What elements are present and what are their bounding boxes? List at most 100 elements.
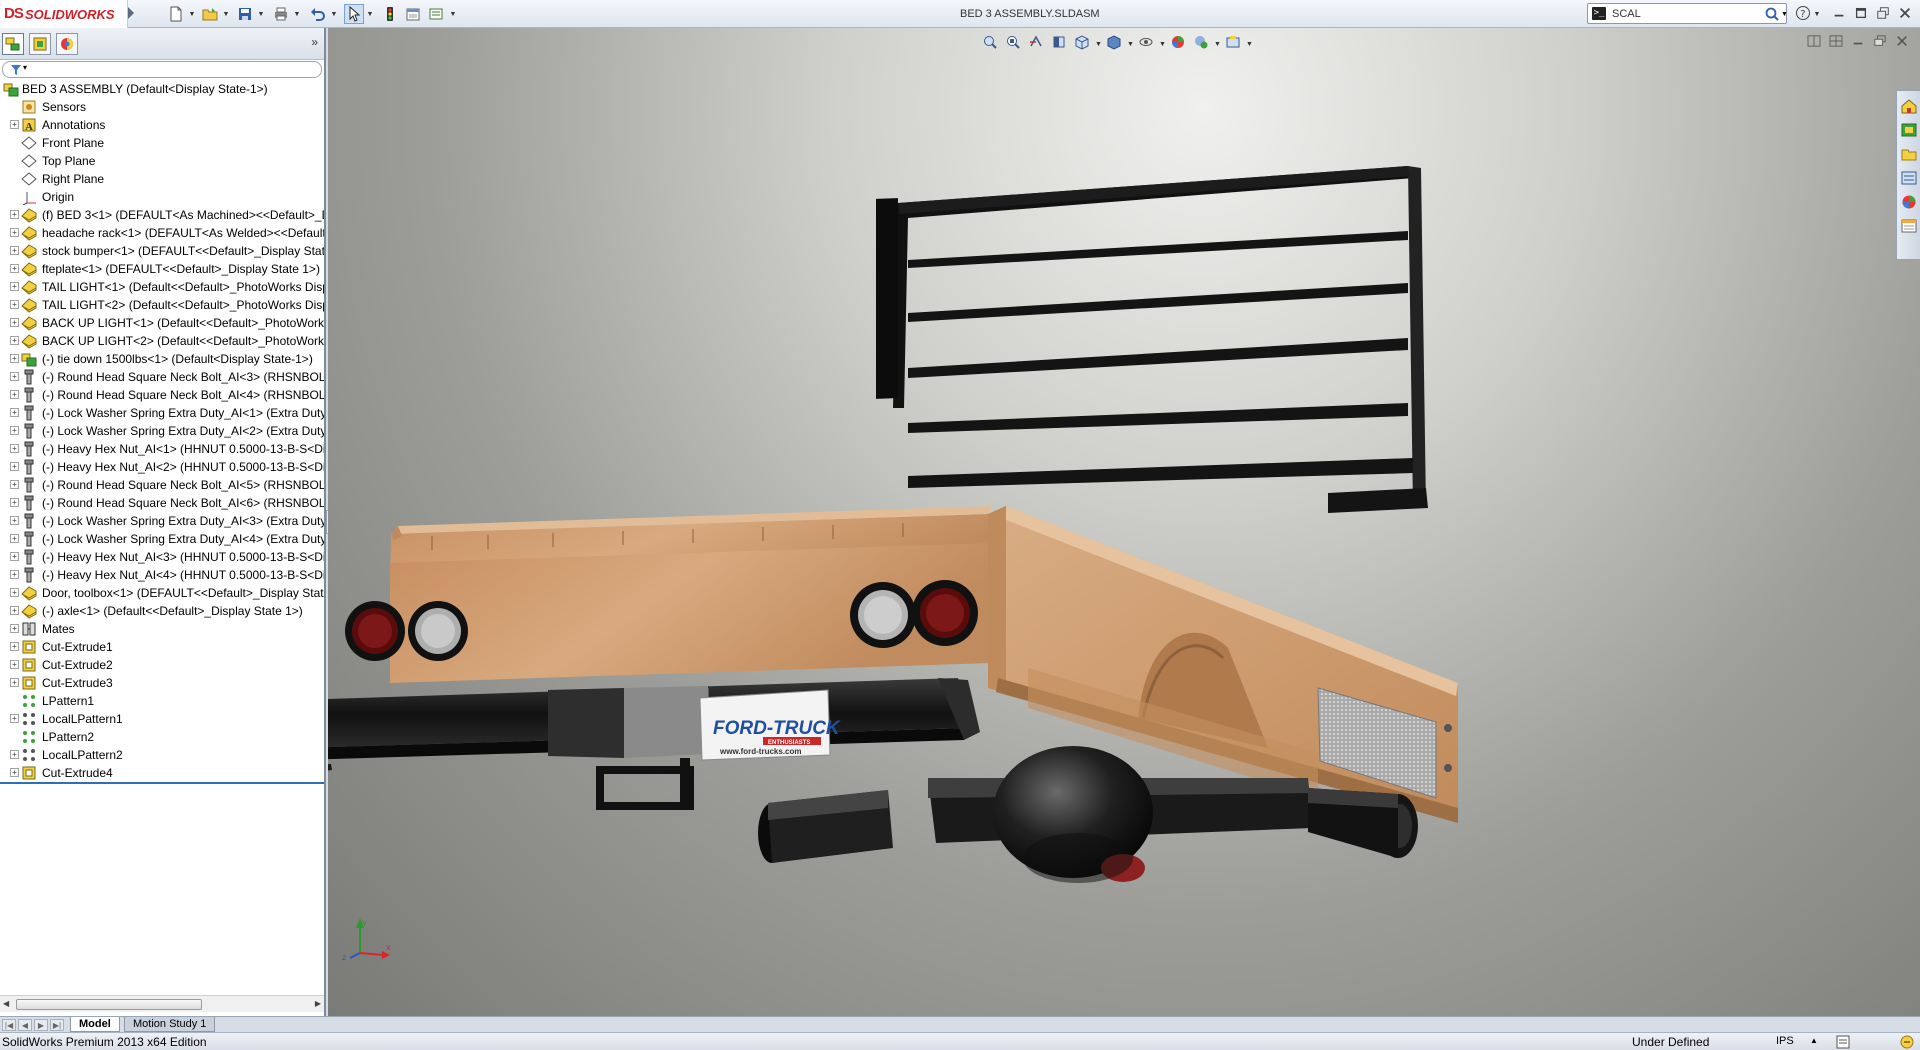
tree-expand-icon[interactable]: + (10, 372, 19, 381)
tree-item[interactable]: + BACK UP LIGHT<1> (Default<<Default>_Pho… (0, 314, 324, 332)
tree-item[interactable]: + LocalLPattern1 (0, 710, 324, 728)
tree-item[interactable]: BED 3 ASSEMBLY (Default<Display State-1>… (0, 80, 324, 98)
design-library-icon[interactable] (1900, 121, 1918, 139)
tree-horizontal-scrollbar[interactable]: ◀ ▶ (0, 995, 324, 1012)
tail-light-right[interactable] (912, 580, 978, 646)
tree-item[interactable]: + Cut-Extrude2 (0, 656, 324, 674)
search-dropdown-icon[interactable]: ▼ (1781, 4, 1789, 24)
collapse-panel-icon[interactable]: » (311, 35, 318, 49)
backup-light-left[interactable] (408, 601, 468, 661)
view-orientation-button[interactable] (1072, 32, 1092, 52)
tail-light-left[interactable] (345, 601, 405, 661)
open-dropdown-icon[interactable]: ▼ (222, 4, 230, 24)
tree-expand-icon[interactable]: + (10, 624, 19, 633)
tree-expand-icon[interactable]: + (10, 264, 19, 273)
tree-expand-icon[interactable]: + (10, 120, 19, 129)
select-button[interactable] (344, 4, 364, 24)
tree-expand-icon[interactable]: + (10, 480, 19, 489)
tree-item[interactable]: + (-) Round Head Square Neck Bolt_AI<5> (… (0, 476, 324, 494)
scroll-right-icon[interactable]: ▶ (315, 999, 321, 1008)
tab-prev-arrow-icon[interactable]: ◀ (18, 1019, 32, 1031)
view-settings-dropdown-icon[interactable]: ▼ (1246, 32, 1253, 56)
tile-view-button[interactable] (1828, 34, 1844, 48)
restore-down-button[interactable] (1874, 5, 1892, 21)
options-dropdown-icon[interactable]: ▼ (449, 4, 457, 24)
tab-model[interactable]: Model (70, 1017, 120, 1032)
tree-item[interactable]: + (-) Round Head Square Neck Bolt_AI<6> (… (0, 494, 324, 512)
viewport-restore-button[interactable] (1872, 34, 1888, 48)
file-properties-button[interactable] (403, 4, 423, 24)
tab-display-manager[interactable] (56, 33, 78, 55)
tree-filter-box[interactable]: ▾ (2, 61, 322, 78)
tree-item[interactable]: LPattern2 (0, 728, 324, 746)
tree-expand-icon[interactable]: + (10, 282, 19, 291)
hide-show-items-button[interactable] (1136, 32, 1156, 52)
tree-expand-icon[interactable]: + (10, 606, 19, 615)
tree-expand-icon[interactable]: + (10, 498, 19, 507)
tree-item[interactable]: LPattern1 (0, 692, 324, 710)
tree-item[interactable]: + (-) Lock Washer Spring Extra Duty_AI<4>… (0, 530, 324, 548)
tree-item[interactable]: + Cut-Extrude4 (0, 764, 324, 782)
tree-item[interactable]: + (-) Heavy Hex Nut_AI<3> (HHNUT 0.5000-1… (0, 548, 324, 566)
search-magnifier-icon[interactable] (1764, 6, 1780, 22)
file-explorer-icon[interactable] (1900, 145, 1918, 163)
new-document-button[interactable] (166, 4, 186, 24)
status-units[interactable]: IPS (1776, 1035, 1794, 1047)
tree-item[interactable]: + (-) axle<1> (Default<<Default>_Display … (0, 602, 324, 620)
tree-item[interactable]: + (-) Round Head Square Neck Bolt_AI<3> (… (0, 368, 324, 386)
tree-expand-icon[interactable]: + (10, 318, 19, 327)
graphics-area[interactable]: FORD-TRUCK ENTHUSIASTS www.ford-trucks.c… (328, 28, 1920, 1016)
tab-motion-study-1[interactable]: Motion Study 1 (124, 1017, 216, 1032)
zoom-to-area-button[interactable] (1003, 32, 1023, 52)
tree-item[interactable]: + TAIL LIGHT<1> (Default<<Default>_PhotoW… (0, 278, 324, 296)
rebuild-button[interactable] (380, 4, 400, 24)
view-orientation-dropdown-icon[interactable]: ▼ (1095, 32, 1102, 56)
tab-next-arrow-icon[interactable]: ▶ (34, 1019, 48, 1031)
viewport-close-button[interactable] (1894, 34, 1910, 48)
headache-rack[interactable] (876, 166, 1428, 513)
print-dropdown-icon[interactable]: ▼ (293, 4, 301, 24)
custom-properties-icon[interactable] (1900, 217, 1918, 235)
tab-feature-manager[interactable] (2, 33, 24, 55)
tree-item[interactable]: + Cut-Extrude1 (0, 638, 324, 656)
tree-item[interactable]: + (-) tie down 1500lbs<1> (Default<Displa… (0, 350, 324, 368)
tree-expand-icon[interactable]: + (10, 570, 19, 579)
tree-expand-icon[interactable]: + (10, 354, 19, 363)
tree-item[interactable]: + (-) Round Head Square Neck Bolt_AI<4> (… (0, 386, 324, 404)
view-triad[interactable]: y x z (342, 918, 391, 962)
tree-expand-icon[interactable]: + (10, 768, 19, 777)
tree-expand-icon[interactable]: + (10, 714, 19, 723)
solidworks-logo[interactable]: DS SOLIDWORKS (0, 0, 128, 28)
tree-item[interactable]: + (-) Heavy Hex Nut_AI<4> (HHNUT 0.5000-1… (0, 566, 324, 584)
stock-bumper[interactable] (328, 678, 980, 774)
units-dropdown-icon[interactable]: ▲ (1810, 1036, 1818, 1045)
tree-rollback-bar[interactable] (0, 782, 324, 784)
undo-button[interactable] (308, 4, 328, 24)
tree-item[interactable]: + headache rack<1> (DEFAULT<As Welded><<D… (0, 224, 324, 242)
tree-item[interactable]: + (-) Heavy Hex Nut_AI<1> (HHNUT 0.5000-1… (0, 440, 324, 458)
tree-item[interactable]: + (-) Lock Washer Spring Extra Duty_AI<3>… (0, 512, 324, 530)
tree-expand-icon[interactable]: + (10, 642, 19, 651)
tab-configuration-manager[interactable] (29, 33, 51, 55)
tree-expand-icon[interactable]: + (10, 408, 19, 417)
rebuild-status-icon[interactable] (1900, 1035, 1914, 1049)
tree-expand-icon[interactable]: + (10, 336, 19, 345)
tree-item[interactable]: + TAIL LIGHT<2> (Default<<Default>_PhotoW… (0, 296, 324, 314)
tree-item[interactable]: + A Annotations (0, 116, 324, 134)
view-settings-button[interactable] (1223, 32, 1243, 52)
select-dropdown-icon[interactable]: ▼ (366, 4, 374, 24)
tree-expand-icon[interactable]: + (10, 534, 19, 543)
tree-expand-icon[interactable]: + (10, 588, 19, 597)
display-style-button[interactable] (1104, 32, 1124, 52)
tree-item[interactable]: + fteplate<1> (DEFAULT<<Default>_Display … (0, 260, 324, 278)
tree-item[interactable]: + (-) Lock Washer Spring Extra Duty_AI<1>… (0, 404, 324, 422)
tree-item[interactable]: + (-) Heavy Hex Nut_AI<2> (HHNUT 0.5000-1… (0, 458, 324, 476)
tree-item[interactable]: + Mates (0, 620, 324, 638)
save-dropdown-icon[interactable]: ▼ (257, 4, 265, 24)
tree-expand-icon[interactable]: + (10, 228, 19, 237)
solidworks-resources-icon[interactable] (1900, 97, 1918, 115)
print-button[interactable] (271, 4, 291, 24)
customize-status-icon[interactable] (1836, 1035, 1850, 1049)
tree-expand-icon[interactable]: + (10, 444, 19, 453)
save-button[interactable] (235, 4, 255, 24)
